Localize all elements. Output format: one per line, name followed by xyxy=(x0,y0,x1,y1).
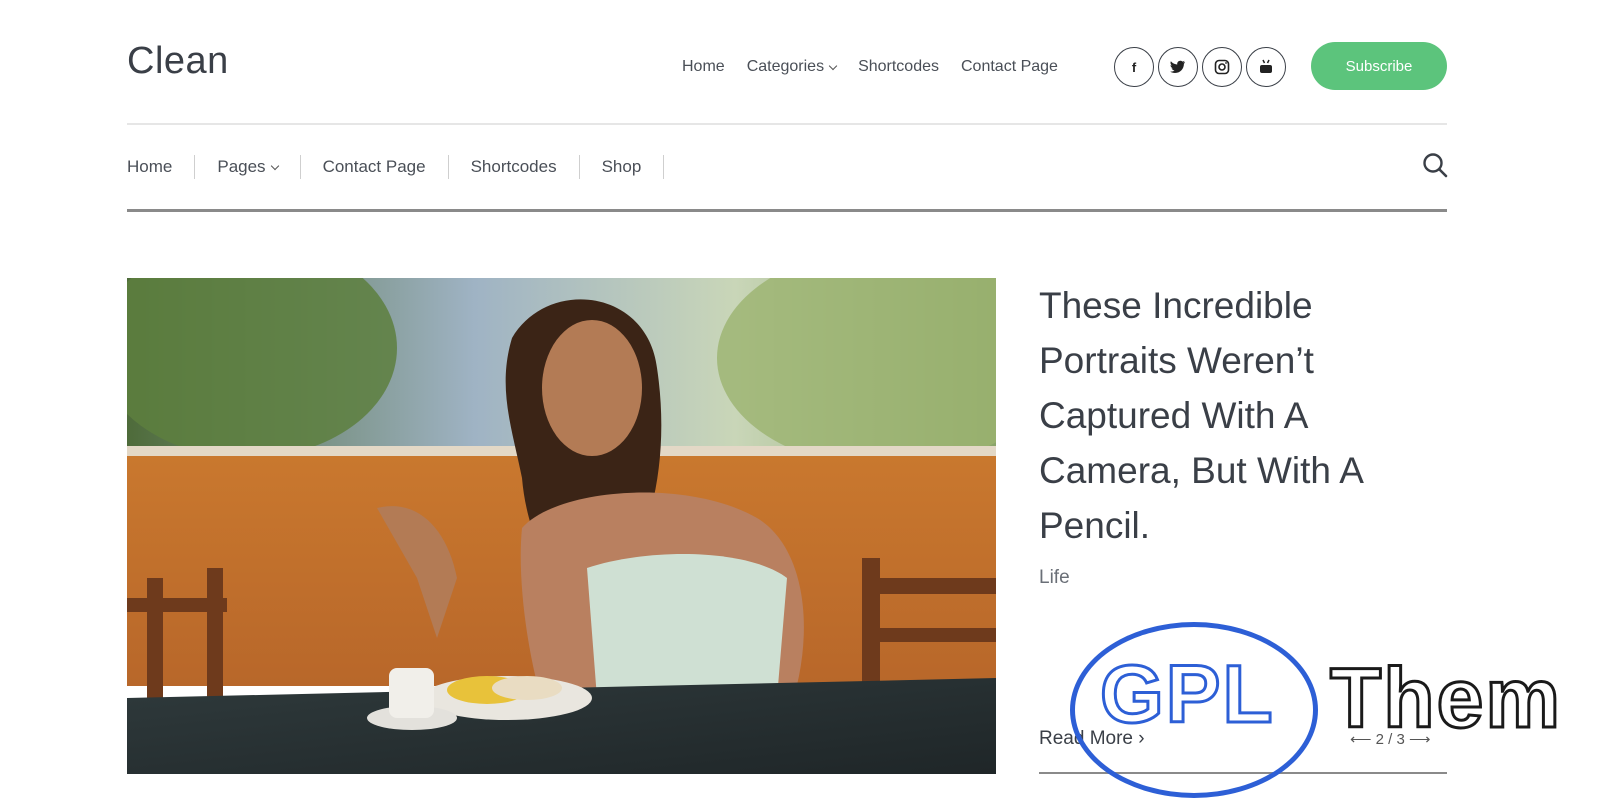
top-nav-home[interactable]: Home xyxy=(682,58,725,76)
instagram-icon[interactable] xyxy=(1202,47,1242,87)
top-nav-contact[interactable]: Contact Page xyxy=(961,58,1058,76)
main-nav: Home Pages Contact Page Shortcodes Shop xyxy=(127,155,686,179)
youtube-icon[interactable] xyxy=(1246,47,1286,87)
top-nav-shortcodes[interactable]: Shortcodes xyxy=(858,58,939,76)
post-title[interactable]: These Incredible Portraits Weren’t Captu… xyxy=(1039,278,1447,553)
top-nav: Home Categories Shortcodes Contact Page xyxy=(682,58,1058,76)
site-logo[interactable]: Clean xyxy=(127,40,229,83)
main-nav-home[interactable]: Home xyxy=(127,155,196,179)
post-category[interactable]: Life xyxy=(1039,567,1447,589)
twitter-icon[interactable] xyxy=(1158,47,1198,87)
main-nav-shop[interactable]: Shop xyxy=(602,155,665,179)
search-icon[interactable] xyxy=(1422,152,1448,178)
header-divider xyxy=(127,123,1447,125)
social-links: f xyxy=(1114,47,1286,87)
chevron-down-icon xyxy=(828,61,838,70)
featured-post: These Incredible Portraits Weren’t Captu… xyxy=(1039,278,1447,589)
main-nav-contact[interactable]: Contact Page xyxy=(323,155,449,179)
main-nav-pages[interactable]: Pages xyxy=(217,155,301,179)
featured-post-image[interactable] xyxy=(127,278,996,774)
nav-divider xyxy=(127,209,1447,212)
watermark-gpl: GPL xyxy=(1099,648,1275,742)
chevron-down-icon xyxy=(270,161,279,170)
facebook-icon[interactable]: f xyxy=(1114,47,1154,87)
top-nav-categories[interactable]: Categories xyxy=(746,58,838,76)
top-nav-categories-label: Categories xyxy=(746,58,825,75)
watermark-them: Them xyxy=(1328,650,1563,747)
subscribe-button[interactable]: Subscribe xyxy=(1311,42,1447,90)
main-nav-shortcodes[interactable]: Shortcodes xyxy=(471,155,580,179)
top-header: Clean Home Categories Shortcodes Contact… xyxy=(127,38,1447,90)
main-nav-pages-label: Pages xyxy=(217,157,266,176)
